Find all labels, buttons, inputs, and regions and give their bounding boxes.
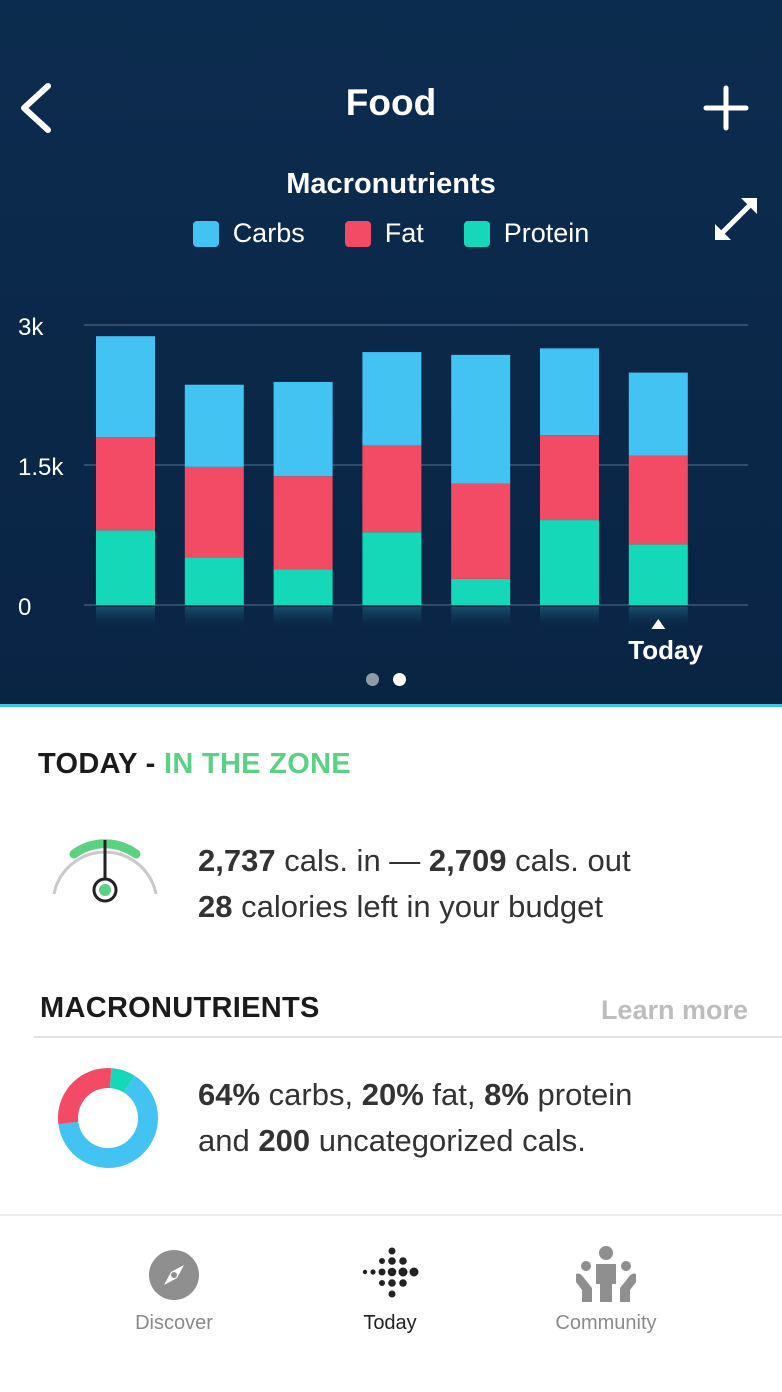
macronutrients-bar-chart[interactable]: 3k 1.5k 0 Today [0, 300, 782, 670]
bar-protein [362, 532, 422, 605]
bar-fat [628, 455, 688, 545]
bar-carbs [96, 336, 155, 437]
bar-protein [96, 530, 155, 605]
add-button[interactable] [700, 82, 752, 134]
bar-reflection [451, 607, 511, 631]
bar-reflection [96, 607, 155, 631]
uncategorized-label: uncategorized cals. [318, 1123, 586, 1158]
nav-discover[interactable]: Discover [74, 1246, 274, 1335]
calorie-budget-summary: 2,737 cals. in — 2,709 cals. out 28 calo… [198, 838, 631, 930]
calories-left-line: 28 calories left in your budget [198, 884, 631, 930]
legend-swatch-fat [344, 220, 371, 247]
bottom-navigation: Discover Today Community [0, 1214, 782, 1392]
bar-reflection [540, 607, 599, 631]
bar-reflection [362, 607, 422, 631]
cals-in-value: 2,737 [198, 843, 276, 878]
cals-out-label: cals. out [515, 843, 631, 878]
nav-community-label: Community [555, 1312, 657, 1334]
bar-protein [540, 520, 599, 605]
y-tick-label: 3k [18, 314, 44, 341]
bar-protein [628, 544, 688, 605]
bar-carbs [184, 384, 244, 467]
bar-fat [273, 476, 333, 570]
legend-label-carbs: Carbs [232, 218, 305, 248]
today-heading-prefix: TODAY - [38, 748, 164, 780]
bar-fat [184, 466, 244, 558]
chart-legend: Carbs Fat Protein [0, 218, 782, 249]
cals-out-value: 2,709 [428, 843, 507, 878]
bar-fat [451, 483, 511, 579]
section-divider [34, 1036, 782, 1038]
page-indicator [366, 673, 406, 686]
bar-carbs [540, 348, 599, 436]
carbs-label: carbs, [268, 1077, 354, 1112]
macronutrients-heading: MACRONUTRIENTS [40, 992, 320, 1024]
calories-left-label: calories left in your budget [241, 889, 603, 924]
fat-percent: 20% [361, 1077, 424, 1112]
page-dot-2[interactable] [393, 673, 406, 686]
protein-label: protein [537, 1077, 633, 1112]
bar-protein [451, 578, 511, 605]
nav-today-label: Today [363, 1312, 417, 1334]
legend-fat: Fat [344, 218, 424, 249]
bar-protein [273, 569, 333, 605]
bar-reflection [273, 607, 333, 631]
bar-carbs [451, 354, 511, 484]
calories-left-value: 28 [198, 889, 233, 924]
and-label: and [198, 1123, 250, 1158]
protein-percent: 8% [484, 1077, 529, 1112]
carbs-percent: 64% [198, 1077, 261, 1112]
bar-fat [362, 445, 422, 533]
macronutrient-donut-chart [58, 1068, 158, 1168]
macronutrient-summary: 64% carbs, 20% fat, 8% protein and 200 u… [198, 1072, 632, 1164]
nav-discover-label: Discover [135, 1312, 213, 1334]
plus-icon [703, 85, 749, 131]
fat-label: fat, [432, 1077, 476, 1112]
nav-today[interactable]: Today [290, 1246, 490, 1335]
bar-fat [540, 435, 599, 521]
y-tick-label: 0 [18, 594, 31, 621]
community-icon [576, 1246, 636, 1302]
compass-icon [149, 1250, 199, 1300]
cals-in-out-line: 2,737 cals. in — 2,709 cals. out [198, 838, 631, 884]
fitbit-dots-icon [362, 1247, 419, 1298]
today-heading: TODAY - IN THE ZONE [38, 748, 351, 781]
page-title: Food [345, 82, 437, 123]
nav-community[interactable]: Community [506, 1246, 706, 1335]
bar-reflection [184, 607, 244, 631]
bar-fat [96, 437, 155, 531]
header-divider [0, 704, 782, 707]
bar-carbs [362, 352, 422, 446]
chart-title: Macronutrients [286, 168, 496, 200]
header-panel: Food Macronutrients Carbs Fat Protein 3k… [0, 0, 782, 706]
legend-carbs: Carbs [192, 218, 305, 249]
bar-protein [184, 557, 244, 605]
bar-carbs [628, 372, 688, 456]
macro-line-2: and 200 uncategorized cals. [198, 1118, 632, 1164]
y-tick-label: 1.5k [18, 454, 64, 481]
learn-more-link[interactable]: Learn more [601, 995, 748, 1026]
macro-line-1: 64% carbs, 20% fat, 8% protein [198, 1072, 632, 1118]
legend-swatch-protein [463, 220, 490, 247]
x-category-label: Today [628, 635, 703, 665]
legend-swatch-carbs [192, 220, 219, 247]
legend-label-fat: Fat [384, 218, 424, 248]
bar-carbs [273, 381, 333, 477]
cals-in-label: cals. in — [284, 843, 429, 878]
zone-status: IN THE ZONE [163, 748, 351, 780]
budget-gauge-icon [52, 839, 158, 903]
legend-label-protein: Protein [503, 218, 590, 248]
page-dot-1[interactable] [366, 673, 379, 686]
uncategorized-value: 200 [258, 1123, 311, 1158]
legend-protein: Protein [463, 218, 590, 249]
